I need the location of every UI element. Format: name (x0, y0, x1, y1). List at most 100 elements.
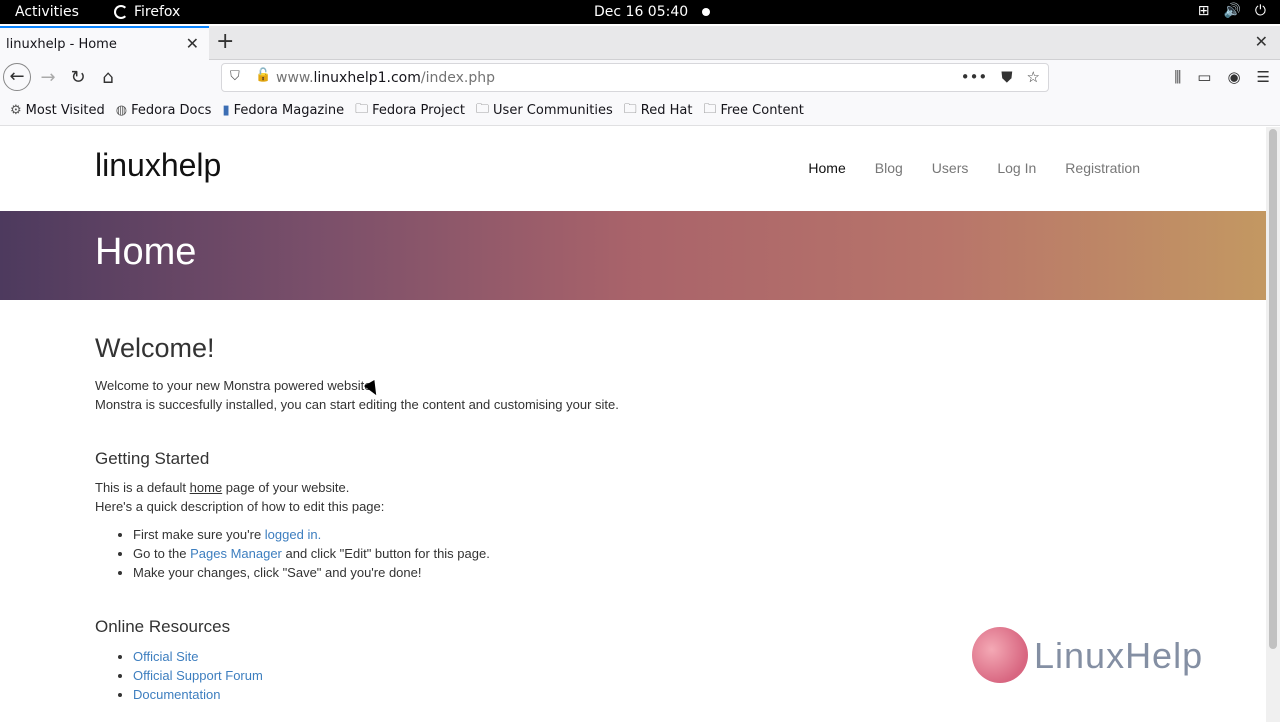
official-site-link[interactable]: Official Site (133, 649, 199, 664)
gnome-top-bar: Activities Firefox Dec 16 05:40 ⊞ 🔊 ⏻ (0, 0, 1280, 24)
text: First make sure you're (133, 527, 265, 542)
list-item: Go to the Pages Manager and click "Edit"… (133, 544, 1095, 563)
app-menu[interactable]: Firefox (114, 4, 180, 20)
globe-icon: ◍ (115, 103, 128, 118)
online-resources-heading: Online Resources (95, 617, 231, 636)
tab-strip: linuxhelp - Home ✕ + ✕ (0, 26, 1280, 60)
bookmark-user-communities[interactable]: 🗀 User Communities (476, 100, 613, 122)
account-icon[interactable]: ◉ (1227, 68, 1240, 86)
tab-title: linuxhelp - Home (6, 36, 117, 52)
forward-icon[interactable]: → (36, 66, 60, 90)
menu-login[interactable]: Log In (997, 160, 1036, 176)
bookmark-most-visited[interactable]: ⚙ Most Visited (10, 103, 105, 118)
network-icon[interactable]: ⊞ (1198, 3, 1210, 19)
steps-list: First make sure you're logged in. Go to … (95, 525, 1095, 582)
article: Welcome! Welcome to your new Monstra pow… (95, 332, 1095, 704)
support-forum-link[interactable]: Official Support Forum (133, 668, 263, 683)
site-menu: Home Blog Users Log In Registration (808, 160, 1140, 176)
text: Make your changes, click "Save" and you'… (133, 565, 422, 580)
menu-home[interactable]: Home (808, 160, 845, 176)
insecure-lock-icon[interactable]: 🔓 (255, 68, 271, 83)
text: Go to the (133, 546, 191, 561)
power-icon[interactable]: ⏻ (1255, 3, 1266, 19)
close-window-icon[interactable]: ✕ (1255, 32, 1268, 52)
bookmark-label: Most Visited (25, 103, 105, 118)
notification-dot (702, 8, 710, 16)
url-path: /index.php (420, 70, 495, 86)
bookmark-label: Fedora Magazine (233, 103, 345, 118)
welcome-heading: Welcome! (95, 333, 215, 363)
bookmark-red-hat[interactable]: 🗀 Red Hat (624, 100, 693, 122)
bookmark-fedora-docs[interactable]: ◍ Fedora Docs (116, 103, 212, 118)
text: page of your website. (222, 480, 350, 495)
bookmark-fedora-magazine[interactable]: ▮ Fedora Magazine (222, 103, 344, 118)
navigation-bar: ← → ↻ ⌂ ⛉ 🔓 www.linuxhelp1.com/index.php… (0, 60, 1280, 96)
linuxhelp-watermark: LinuxHelp (972, 627, 1232, 687)
watermark-text: LinuxHelp (1034, 635, 1204, 676)
close-tab-icon[interactable]: ✕ (186, 34, 199, 53)
menu-icon[interactable]: ☰ (1257, 68, 1270, 86)
page-scrollbar[interactable] (1266, 127, 1280, 722)
scrollbar-thumb[interactable] (1269, 129, 1277, 649)
menu-blog[interactable]: Blog (875, 160, 903, 176)
main-content (95, 205, 1095, 335)
back-icon[interactable]: ← (3, 63, 31, 91)
bookmark-label: Red Hat (640, 103, 693, 118)
bookmark-free-content[interactable]: 🗀 Free Content (703, 100, 803, 122)
library-icon[interactable]: ⫼ (1174, 68, 1181, 86)
url-actions: ••• ⛊ ☆ (961, 68, 1040, 86)
toolbar-right: ⫼ ▭ ◉ ☰ (1174, 68, 1270, 86)
reload-icon[interactable]: ↻ (66, 66, 90, 90)
bookmark-label: Free Content (720, 103, 804, 118)
sidebar-icon[interactable]: ▭ (1197, 68, 1211, 86)
menu-users[interactable]: Users (932, 160, 969, 176)
text: and click "Edit" button for this page. (281, 546, 490, 561)
documentation-link[interactable]: Documentation (133, 687, 220, 702)
welcome-line-1: Welcome to your new Monstra powered webs… (95, 378, 376, 393)
text: This is a default (95, 480, 190, 495)
site-brand[interactable]: linuxhelp (95, 147, 221, 184)
getting-started-heading: Getting Started (95, 449, 210, 468)
web-page: linuxhelp Home Blog Users Log In Registr… (0, 127, 1266, 722)
fm-icon: ▮ (222, 103, 230, 118)
list-item: Make your changes, click "Save" and you'… (133, 563, 1095, 582)
resources-list: Official Site Official Support Forum Doc… (95, 647, 1095, 704)
new-tab-icon[interactable]: + (216, 29, 234, 54)
logged-in-link[interactable]: logged in. (265, 527, 321, 542)
welcome-line-2: Monstra is succesfully installed, you ca… (95, 397, 619, 412)
home-icon[interactable]: ⌂ (96, 66, 120, 90)
list-item: First make sure you're logged in. (133, 525, 1095, 544)
bookmark-label: Fedora Docs (131, 103, 212, 118)
tab-linuxhelp-home[interactable]: linuxhelp - Home ✕ (0, 26, 209, 60)
list-item: Documentation (133, 685, 1095, 704)
site-header: linuxhelp Home Blog Users Log In Registr… (0, 127, 1266, 211)
page-actions-icon[interactable]: ••• (961, 68, 988, 86)
menu-registration[interactable]: Registration (1065, 160, 1140, 176)
url-domain: linuxhelp1.com (313, 70, 421, 86)
bookmark-fedora-project[interactable]: 🗀 Fedora Project (355, 100, 465, 122)
folder-icon: 🗀 (476, 101, 490, 117)
bookmark-star-icon[interactable]: ☆ (1027, 68, 1040, 86)
pocket-icon[interactable]: ⛊ (1001, 68, 1012, 86)
url-text[interactable]: www.linuxhelp1.com/index.php (276, 70, 495, 86)
bookmarks-toolbar: ⚙ Most Visited ◍ Fedora Docs ▮ Fedora Magaz… (0, 96, 1280, 126)
system-tray[interactable]: ⊞ 🔊 ⏻ (1198, 3, 1266, 19)
url-bar[interactable]: ⛉ 🔓 www.linuxhelp1.com/index.php ••• ⛊ ☆ (221, 63, 1049, 92)
activities-button[interactable]: Activities (15, 4, 79, 20)
firefox-icon (114, 5, 128, 19)
home-abbr: home (189, 480, 223, 495)
app-name: Firefox (134, 4, 181, 20)
clock[interactable]: Dec 16 05:40 (594, 4, 688, 20)
volume-icon[interactable]: 🔊 (1223, 3, 1240, 19)
url-prefix: www. (276, 70, 314, 86)
pages-manager-link[interactable]: Pages Manager (190, 546, 282, 561)
folder-icon: 🗀 (623, 101, 637, 117)
folder-icon: 🗀 (355, 101, 369, 117)
bookmark-label: Fedora Project (372, 103, 466, 118)
shield-icon[interactable]: ⛉ (230, 69, 240, 84)
list-item: Official Support Forum (133, 666, 1095, 685)
gear-icon: ⚙ (10, 103, 22, 118)
folder-icon: 🗀 (703, 101, 717, 117)
getting-started-line-2: Here's a quick description of how to edi… (95, 499, 385, 514)
watermark-logo-icon (972, 627, 1028, 683)
